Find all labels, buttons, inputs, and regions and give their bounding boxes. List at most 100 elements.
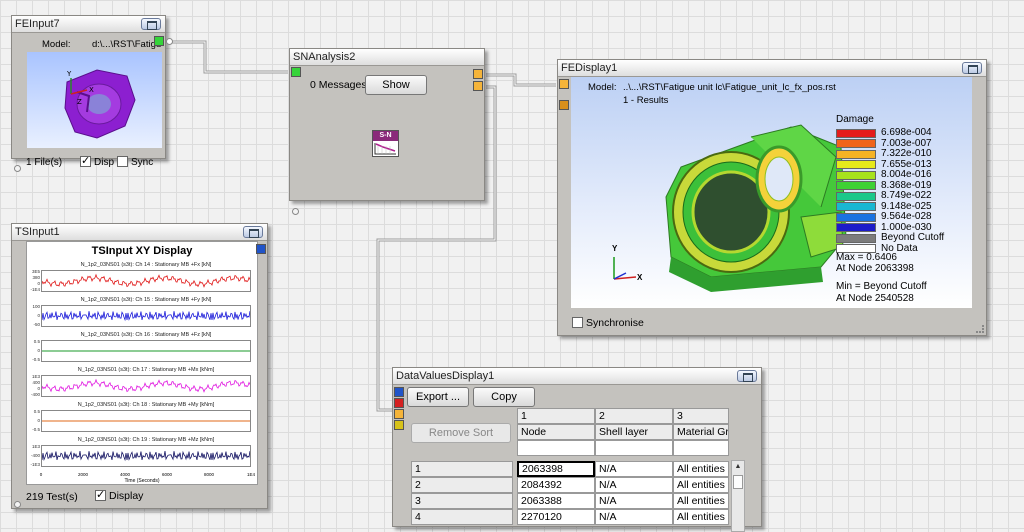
fedisplay-viewport[interactable]: Model: ..\...\RST\Fatigue unit lc\Fatigu… (571, 77, 972, 308)
feinput-disp-checkbox[interactable]: Disp (80, 154, 114, 168)
checkbox-unchecked-icon[interactable] (117, 156, 128, 167)
datavalues-port-orange[interactable] (394, 409, 404, 419)
legend-swatch (836, 233, 876, 243)
legend-entry: 6.698e-004 (836, 128, 966, 139)
ts-y-tick-label: -400 (30, 453, 40, 458)
checkbox-checked-icon[interactable] (80, 154, 91, 167)
ts-chart-title: TSInput XY Display (91, 245, 193, 257)
legend-swatch (836, 223, 876, 233)
scroll-up-arrow-icon[interactable]: ▲ (732, 461, 744, 473)
table-cell-shell[interactable]: N/A (595, 493, 673, 509)
datavalues-port-blue[interactable] (394, 387, 404, 397)
vertical-scrollbar[interactable]: ▲ (731, 460, 745, 532)
ts-y-tick-label: 1E3 (31, 374, 40, 379)
feinput-title-bar[interactable]: FEInput7 (12, 16, 165, 33)
ts-channel-plot (41, 410, 251, 432)
fedisplay-input-port[interactable] (559, 79, 569, 89)
sn-curve-graph (374, 143, 396, 155)
column-number-header[interactable]: 1 (517, 408, 595, 424)
table-cell-node[interactable]: 2063388 (517, 493, 595, 509)
restore-window-icon[interactable] (141, 18, 161, 30)
resize-grip-icon[interactable] (976, 325, 984, 333)
table-cell-shell[interactable]: N/A (595, 461, 673, 477)
tsinput-node[interactable]: TSInput1 TSInput XY Display N_1p2_03NS01… (11, 223, 268, 509)
snanalysis-title-bar[interactable]: SNAnalysis2 (290, 49, 484, 66)
fedisplay-title: FEDisplay1 (561, 62, 618, 74)
snanalysis-node[interactable]: SNAnalysis2 0 Messages Show S-N (289, 48, 485, 215)
column-name-header[interactable]: Node (517, 424, 595, 440)
ts-channel-plot (41, 270, 251, 292)
row-index-cell[interactable]: 4 (411, 509, 513, 525)
export-button[interactable]: Export ... (407, 387, 469, 407)
ts-y-tick-label: -1E4 (30, 287, 40, 292)
fedisplay-secondary-port[interactable] (559, 100, 569, 110)
restore-window-icon[interactable] (737, 370, 757, 382)
ts-signal-trace (42, 350, 250, 352)
fedisplay-model-path: ..\...\RST\Fatigue unit lc\Fatigue_unit_… (623, 82, 836, 93)
ts-channel-caption: N_1p2_03NS01 (s3t): Ch 15 : Stationary M… (80, 297, 212, 303)
damage-legend: Damage 6.698e-004 7.003e-007 7.322e-010 7.6… (836, 114, 966, 254)
row-index-cell[interactable]: 3 (411, 493, 513, 509)
snanalysis-output-port-2[interactable] (473, 81, 483, 91)
row-index-cell[interactable]: 2 (411, 477, 513, 493)
feinput-node[interactable]: FEInput7 Model: d:\...\RST\Fatigue Y X Z… (11, 15, 166, 172)
table-cell-material[interactable]: All entities (673, 477, 729, 493)
checkbox-checked-icon[interactable] (95, 488, 106, 501)
copy-button[interactable]: Copy (473, 387, 535, 407)
ts-y-tick-label: 400 (32, 380, 40, 385)
tsinput-output-port[interactable] (256, 244, 266, 254)
table-cell-node[interactable]: 2063398 (517, 461, 595, 477)
column-number-header[interactable]: 2 (595, 408, 673, 424)
remove-sort-button[interactable]: Remove Sort (411, 423, 511, 443)
ts-y-tick-label: 0 (37, 348, 40, 353)
column-filter-cell[interactable] (595, 440, 673, 456)
legend-rows: 6.698e-004 7.003e-007 7.322e-010 7.655e-013… (836, 128, 966, 254)
datavalues-port-red[interactable] (394, 398, 404, 408)
table-cell-node[interactable]: 2084392 (517, 477, 595, 493)
table-cell-material[interactable]: All entities (673, 509, 729, 525)
column-name-header[interactable]: Shell layer (595, 424, 673, 440)
show-messages-button[interactable]: Show (365, 75, 427, 95)
snanalysis-output-port-1[interactable] (473, 69, 483, 79)
sn-curve-icon[interactable]: S-N (372, 130, 399, 157)
table-cell-material[interactable]: All entities (673, 461, 729, 477)
table-cell-shell[interactable]: N/A (595, 509, 673, 525)
fedisplay-node[interactable]: FEDisplay1 Model: ..\...\RST\Fatigue uni… (557, 59, 987, 336)
snanalysis-status-dot (292, 208, 299, 215)
legend-label: 9.564e-028 (881, 211, 932, 223)
axis-x-label: X (637, 273, 643, 282)
column-name-header[interactable]: Material Grou (673, 424, 729, 440)
column-filter-cell[interactable] (673, 440, 729, 456)
row-index-cell[interactable]: 1 (411, 461, 513, 477)
ts-signal-line (41, 378, 251, 393)
column-number-header[interactable]: 3 (673, 408, 729, 424)
restore-window-icon[interactable] (243, 226, 263, 238)
datavalues-port-yellow[interactable] (394, 420, 404, 430)
synchronise-checkbox[interactable]: Synchronise (572, 317, 644, 329)
table-cell-node[interactable]: 2270120 (517, 509, 595, 525)
column-filter-cell[interactable] (517, 440, 595, 456)
feinput-status-dot (14, 165, 21, 172)
ts-y-tick-label: -400 (30, 392, 40, 397)
ts-y-tick-label: -50 (33, 322, 40, 327)
tsinput-display-checkbox[interactable]: Display (95, 488, 143, 502)
scroll-thumb[interactable] (733, 475, 743, 489)
datavalues-title-bar[interactable]: DataValuesDisplay1 (393, 368, 761, 385)
svg-text:Y: Y (66, 70, 72, 78)
ts-x-tick-label: 4000 (119, 472, 130, 477)
feinput-output-port[interactable] (154, 36, 164, 46)
restore-window-icon[interactable] (962, 62, 982, 74)
tsinput-status-dot (14, 501, 21, 508)
table-cell-material[interactable]: All entities (673, 493, 729, 509)
tsinput-title-bar[interactable]: TSInput1 (12, 224, 267, 241)
table-cell-shell[interactable]: N/A (595, 477, 673, 493)
svg-text:Z: Z (77, 98, 82, 106)
feinput-sync-label: Sync (131, 157, 154, 168)
snanalysis-input-port[interactable] (291, 67, 301, 77)
fedisplay-title-bar[interactable]: FEDisplay1 (558, 60, 986, 77)
datavalues-node[interactable]: DataValuesDisplay1 Export ... Copy Remov… (392, 367, 762, 532)
legend-entry: 8.004e-016 (836, 170, 966, 181)
feinput-sync-checkbox[interactable]: Sync (117, 156, 165, 168)
checkbox-unchecked-icon[interactable] (572, 317, 583, 328)
ts-channel-caption: N_1p2_03NS01 (s3t): Ch 17 : Stationary M… (77, 367, 215, 373)
